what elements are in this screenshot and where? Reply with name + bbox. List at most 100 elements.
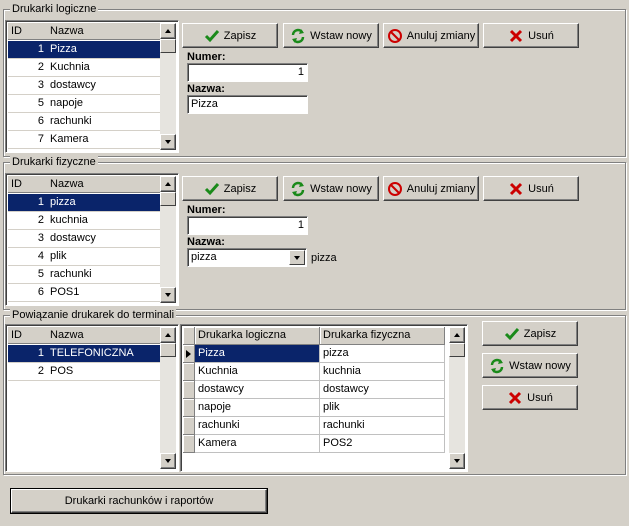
column-header-id[interactable]: ID [11,329,22,341]
vertical-scrollbar[interactable] [160,327,176,469]
list-header: ID Nazwa [8,327,160,344]
scroll-down-button[interactable] [449,453,465,469]
table-row[interactable]: Pizza pizza [183,345,467,363]
receipt-report-printers-button[interactable]: Drukarki rachunków i raportów [10,488,268,514]
delete-button[interactable]: Usuń [483,176,579,201]
list-item[interactable]: 1 TELEFONICZNA [8,345,160,363]
check-icon [204,182,219,195]
x-icon [510,29,523,42]
grid-cell[interactable]: Kamera [195,435,320,453]
save-button[interactable]: Zapisz [482,321,578,346]
vertical-scrollbar[interactable] [449,327,465,469]
scroll-thumb[interactable] [160,343,176,357]
list-item[interactable]: 3 dostawcy [8,230,160,248]
list-item[interactable]: 1 pizza [8,194,160,212]
binding-grid[interactable]: Drukarka logiczna Drukarka fizyczna Pizz… [180,324,468,472]
insert-new-button[interactable]: Wstaw nowy [482,353,578,378]
column-header-name[interactable]: Nazwa [50,178,84,190]
grid-cell[interactable]: Kuchnia [195,363,320,381]
table-row[interactable]: Kuchnia kuchnia [183,363,467,381]
list-item[interactable]: 2 Kuchnia [8,59,160,77]
column-header-logical[interactable]: Drukarka logiczna [195,327,320,345]
group-title-logical: Drukarki logiczne [10,2,99,16]
refresh-icon [291,28,305,43]
row-indicator [183,417,195,435]
list-item[interactable]: 7 Kamera [8,131,160,149]
scroll-up-button[interactable] [160,327,176,343]
list-item[interactable]: 6 POS1 [8,284,160,302]
save-button[interactable]: Zapisz [182,23,278,48]
delete-button[interactable]: Usuń [483,23,579,48]
grid-cell[interactable]: POS2 [320,435,445,453]
nazwa-select[interactable]: pizza [187,248,307,267]
scroll-thumb[interactable] [449,343,465,357]
table-row[interactable]: Kamera POS2 [183,435,467,453]
column-header-id[interactable]: ID [11,178,22,190]
row-indicator [183,381,195,399]
grid-cell[interactable]: pizza [320,345,445,363]
column-header-name[interactable]: Nazwa [50,25,84,37]
nazwa-label: Nazwa: [187,236,225,248]
logical-printers-list[interactable]: ID Nazwa 1 Pizza 2 Kuchnia 3 dostawcy 5 napo… [5,20,179,153]
vertical-scrollbar[interactable] [160,176,176,303]
numer-field[interactable]: 1 [187,63,308,82]
cancel-changes-button[interactable]: Anuluj zmiany [383,23,479,48]
group-logical-printers: Drukarki logiczne ID Nazwa 1 Pizza 2 Kuchn… [3,2,626,157]
table-row[interactable]: dostawcy dostawcy [183,381,467,399]
list-item[interactable]: 2 POS [8,363,160,381]
x-icon [509,391,522,404]
grid-header: Drukarka logiczna Drukarka fizyczna [183,327,467,345]
scroll-down-button[interactable] [160,287,176,303]
check-icon [504,327,519,340]
column-header-id[interactable]: ID [11,25,22,37]
vertical-scrollbar[interactable] [160,23,176,150]
scroll-down-button[interactable] [160,134,176,150]
chevron-down-icon[interactable] [289,250,305,265]
refresh-icon [291,181,305,196]
grid-cell[interactable]: kuchnia [320,363,445,381]
scroll-up-button[interactable] [449,327,465,343]
terminals-list[interactable]: ID Nazwa 1 TELEFONICZNA 2 POS [5,324,179,472]
grid-cell[interactable]: dostawcy [195,381,320,399]
numer-label: Numer: [187,51,226,63]
scroll-up-button[interactable] [160,23,176,39]
grid-cell[interactable]: dostawcy [320,381,445,399]
cancel-changes-button[interactable]: Anuluj zmiany [383,176,479,201]
physical-printers-list[interactable]: ID Nazwa 1 pizza 2 kuchnia 3 dostawcy 4 plik… [5,173,179,306]
table-row[interactable]: napoje plik [183,399,467,417]
grid-cell[interactable]: rachunki [195,417,320,435]
no-entry-icon [387,28,402,43]
row-indicator [183,363,195,381]
scroll-up-button[interactable] [160,176,176,192]
grid-cell[interactable]: Pizza [195,345,320,363]
list-item[interactable]: 5 rachunki [8,266,160,284]
scroll-down-button[interactable] [160,453,176,469]
refresh-icon [490,358,504,373]
insert-new-button[interactable]: Wstaw nowy [283,176,379,201]
grid-cell[interactable]: napoje [195,399,320,417]
group-physical-printers: Drukarki fizyczne ID Nazwa 1 pizza 2 kuchn… [3,155,626,310]
list-header: ID Nazwa [8,176,160,193]
column-header-name[interactable]: Nazwa [50,329,84,341]
nazwa-label: Nazwa: [187,83,225,95]
grid-cell[interactable]: rachunki [320,417,445,435]
scroll-thumb[interactable] [160,192,176,206]
insert-new-button[interactable]: Wstaw nowy [283,23,379,48]
scroll-thumb[interactable] [160,39,176,53]
group-title-binding: Powiązanie drukarek do terminali [10,308,177,322]
grid-cell[interactable]: plik [320,399,445,417]
numer-field[interactable]: 1 [187,216,308,235]
delete-button[interactable]: Usuń [482,385,578,410]
save-button[interactable]: Zapisz [182,176,278,201]
list-item[interactable]: 6 rachunki [8,113,160,131]
list-item[interactable]: 4 plik [8,248,160,266]
list-item[interactable]: 3 dostawcy [8,77,160,95]
list-item[interactable]: 5 napoje [8,95,160,113]
nazwa-field[interactable]: Pizza [187,95,308,114]
list-item[interactable]: 1 Pizza [8,41,160,59]
numer-label: Numer: [187,204,226,216]
table-row[interactable]: rachunki rachunki [183,417,467,435]
grid-corner [183,327,195,345]
list-item[interactable]: 2 kuchnia [8,212,160,230]
column-header-physical[interactable]: Drukarka fizyczna [320,327,445,345]
